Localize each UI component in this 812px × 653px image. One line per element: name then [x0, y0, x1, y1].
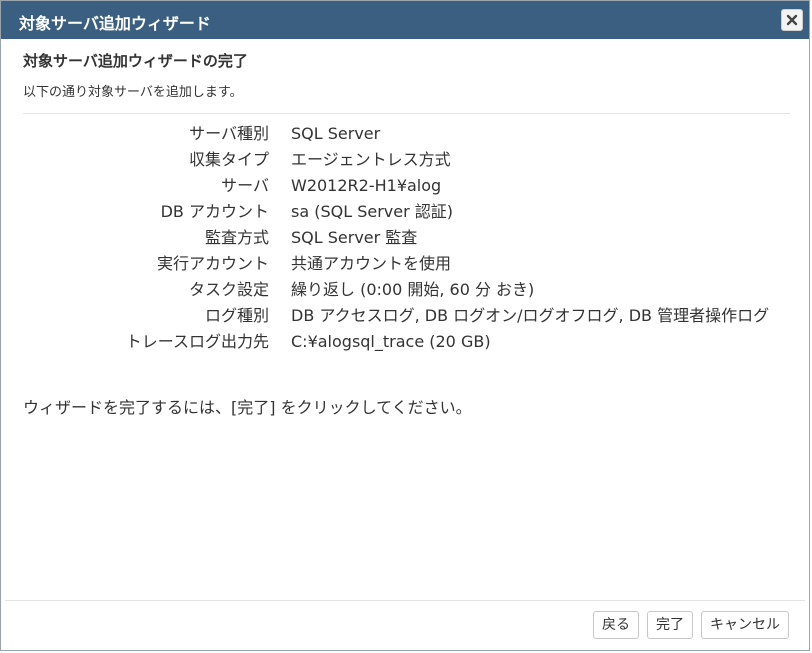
summary-value: sa (SQL Server 認証): [291, 202, 454, 221]
completion-instruction: ウィザードを完了するには、[完了] をクリックしてください。: [23, 398, 472, 417]
summary-row-server: サーバ W2012R2-H1¥alog: [1, 173, 809, 199]
summary-value: SQL Server 監査: [291, 228, 418, 247]
summary-label: 収集タイプ: [188, 150, 269, 169]
summary-label: 実行アカウント: [156, 254, 269, 273]
summary-value: 共通アカウントを使用: [291, 254, 452, 273]
summary-label: サーバ種別: [189, 124, 269, 143]
summary-label: トレースログ出力先: [125, 332, 269, 351]
summary-label: サーバ: [221, 176, 269, 195]
summary-value: DB アクセスログ, DB ログオン/ログオフログ, DB 管理者操作ログ: [291, 306, 770, 325]
summary-value: C:¥alogsql_trace (20 GB): [291, 332, 491, 351]
summary-list: サーバ種別 SQL Server 収集タイプ エージェントレス方式 サーバ W2…: [1, 121, 809, 355]
footer-divider: [5, 600, 805, 601]
summary-label: DB アカウント: [160, 202, 269, 221]
summary-value: W2012R2-H1¥alog: [291, 176, 442, 195]
summary-value: エージェントレス方式: [291, 150, 451, 169]
summary-value: SQL Server: [291, 124, 381, 143]
summary-row-log-type: ログ種別 DB アクセスログ, DB ログオン/ログオフログ, DB 管理者操作…: [1, 303, 809, 329]
summary-row-audit-method: 監査方式 SQL Server 監査: [1, 225, 809, 251]
summary-row-trace-output: トレースログ出力先 C:¥alogsql_trace (20 GB): [1, 329, 809, 355]
summary-row-task-setting: タスク設定 繰り返し (0:00 開始, 60 分 おき): [1, 277, 809, 303]
summary-label: タスク設定: [188, 280, 269, 299]
page-title: 対象サーバ追加ウィザードの完了: [23, 52, 248, 70]
back-button[interactable]: 戻る: [593, 611, 639, 639]
page-description: 以下の通り対象サーバを追加します。: [23, 85, 243, 100]
cancel-button[interactable]: キャンセル: [701, 611, 789, 639]
finish-button[interactable]: 完了: [647, 611, 693, 639]
close-icon: [786, 14, 798, 26]
summary-label: ログ種別: [204, 306, 269, 325]
dialog-title: 対象サーバ追加ウィザード: [19, 14, 211, 33]
summary-row-server-type: サーバ種別 SQL Server: [1, 121, 809, 147]
summary-value: 繰り返し (0:00 開始, 60 分 おき): [291, 280, 535, 299]
summary-label: 監査方式: [204, 228, 269, 247]
summary-row-exec-account: 実行アカウント 共通アカウントを使用: [1, 251, 809, 277]
close-button[interactable]: [781, 9, 803, 31]
wizard-dialog: 対象サーバ追加ウィザード 対象サーバ追加ウィザードの完了 以下の通り対象サーバを…: [0, 0, 810, 651]
summary-row-db-account: DB アカウント sa (SQL Server 認証): [1, 199, 809, 225]
summary-row-collection-type: 収集タイプ エージェントレス方式: [1, 147, 809, 173]
dialog-buttons: 戻る 完了 キャンセル: [593, 611, 789, 639]
dialog-titlebar[interactable]: 対象サーバ追加ウィザード: [1, 1, 809, 39]
divider: [23, 113, 790, 114]
